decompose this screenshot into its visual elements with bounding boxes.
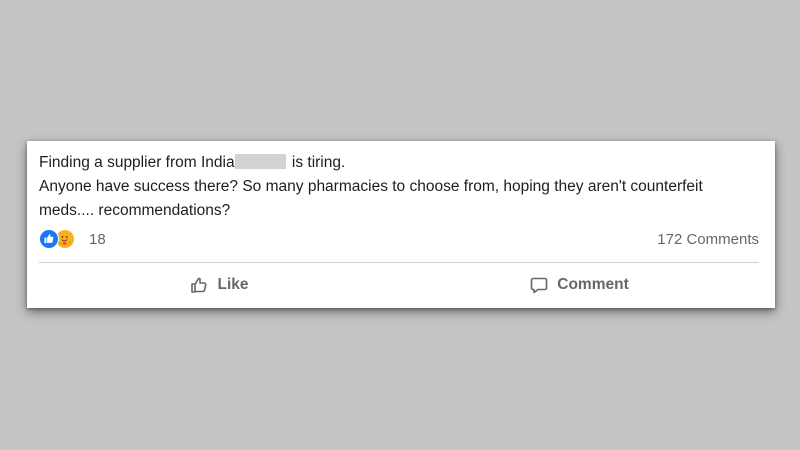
post-card: Finding a supplier from India is tiring.… [27, 141, 775, 308]
comment-count-link[interactable]: 172 Comments [657, 231, 759, 248]
reaction-icons [39, 228, 83, 250]
post-text-start: Finding a supplier from India [39, 154, 235, 171]
like-reaction-icon [39, 229, 59, 249]
redaction-block [234, 154, 286, 169]
post-actions: Like Comment [39, 265, 759, 305]
actions-divider [39, 262, 759, 263]
post-text-end: is tiring. [287, 154, 346, 171]
thumbs-up-icon [191, 277, 208, 293]
comment-bubble-icon [530, 277, 548, 294]
post-line-1: Finding a supplier from India is tiring. [39, 151, 759, 175]
reaction-count[interactable]: 18 [89, 231, 106, 248]
reaction-summary[interactable]: 18 [39, 228, 106, 250]
like-button-label: Like [217, 276, 249, 293]
post-body: Finding a supplier from India is tiring.… [39, 151, 759, 223]
post-line-2: Anyone have success there? So many pharm… [39, 178, 703, 219]
comment-button-label: Comment [557, 276, 629, 293]
like-button[interactable]: Like [39, 265, 399, 305]
comment-button[interactable]: Comment [399, 265, 759, 305]
reactions-bar: 18 172 Comments [39, 228, 759, 250]
